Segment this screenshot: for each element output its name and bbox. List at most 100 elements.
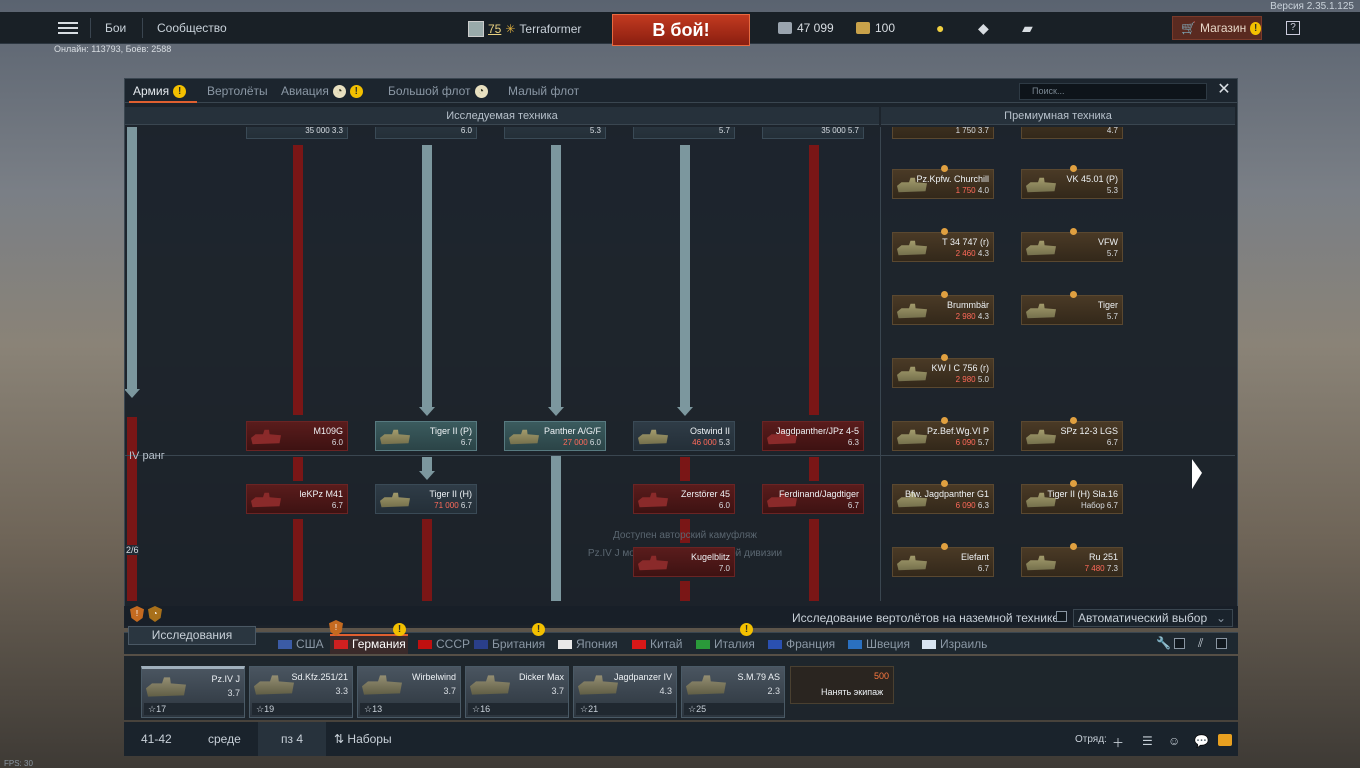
plus-icon[interactable]: ＋ [1112, 734, 1126, 750]
gold-balance[interactable]: 100 [856, 21, 895, 35]
crew-slot[interactable]: S.M.79 AS 2.3 ☆25 [681, 666, 785, 718]
presets-button[interactable]: ⇅ Наборы [334, 732, 392, 746]
tab-helicopters[interactable]: Вертолёты [207, 84, 268, 98]
tab-bluewater-fleet[interactable]: Большой флот ◔ [388, 84, 488, 98]
wrench-icon[interactable]: 🔧 [1156, 636, 1171, 650]
premium-vehicle-card[interactable]: Ru 251 7 480 7.3 [1021, 543, 1123, 577]
tab-army[interactable]: Армия! [133, 84, 187, 98]
crate-icon[interactable]: ◆ [978, 20, 989, 37]
vehicle-card[interactable]: Tiger II (P) 6.7 [375, 421, 477, 451]
nation-tab[interactable]: СССР [418, 637, 470, 651]
nation-tab[interactable]: Израиль [922, 637, 987, 651]
nation-tab[interactable]: Британия [474, 637, 545, 651]
shield-warning-icon[interactable]: ! [130, 606, 144, 622]
premium-vehicle-card[interactable]: SPz 12-3 LGS 6.7 [1021, 417, 1123, 451]
nav-community[interactable]: Сообщество [157, 21, 227, 35]
nation-tab[interactable]: США [278, 637, 324, 651]
mail-icon[interactable] [1218, 734, 1232, 746]
vehicle-card[interactable]: Ferdinand/Jagdtiger 6.7 [762, 484, 864, 514]
tab-aviation[interactable]: Авиация ◔! [281, 84, 363, 98]
tab-coastal-fleet[interactable]: Малый флот [508, 84, 579, 98]
premium-vehicle-card[interactable]: VFW 5.7 [1021, 228, 1123, 262]
vehicle-meta: 46 000 5.3 [692, 438, 730, 447]
premium-vehicle-card[interactable]: Tiger II (H) Sla.16 Набор 6.7 [1021, 480, 1123, 514]
tech-tree[interactable]: IV ранг 2/6 Доступен авторский камуфляж … [125, 127, 1235, 601]
vehicle-name: Wirbelwind [411, 672, 456, 682]
vehicle-card[interactable]: Zerstörer 45 6.0 [633, 484, 735, 514]
silver-balance[interactable]: 47 099 [778, 21, 834, 35]
vehicle-card[interactable]: leKPz M41 6.7 [246, 484, 348, 514]
premium-vehicle-card[interactable]: 4.7 [1021, 127, 1123, 139]
hamburger-menu-icon[interactable] [58, 19, 78, 37]
research-button[interactable]: Исследования [128, 626, 256, 645]
vehicle-card[interactable]: 5.3 [504, 127, 606, 139]
chat-icon[interactable]: 💬 [1194, 734, 1209, 748]
star-icon: ☆ [148, 704, 157, 714]
vehicle-name: Elefant [960, 552, 989, 562]
filter-checkbox-1[interactable] [1174, 638, 1185, 649]
vehicle-card[interactable]: 35 000 3.3 [246, 127, 348, 139]
premium-vehicle-card[interactable]: Elefant 6.7 [892, 543, 994, 577]
vehicle-card[interactable]: 6.0 [375, 127, 477, 139]
premium-marker-icon [1070, 291, 1077, 298]
vehicle-card[interactable]: Ostwind II 46 000 5.3 [633, 421, 735, 451]
battle-rating: 5.7 [977, 438, 989, 447]
crew-slot[interactable]: Dicker Max 3.7 ☆16 [465, 666, 569, 718]
profile[interactable]: 75 ✳ Terraformer [468, 21, 581, 37]
friends-icon[interactable]: ☺ [1168, 734, 1182, 748]
premium-vehicle-card[interactable]: 1 750 3.7 [892, 127, 994, 139]
crew-level-value: 16 [480, 704, 491, 714]
search-input[interactable]: Поиск... [1019, 83, 1207, 100]
premium-divider [880, 127, 881, 601]
vehicle-card[interactable]: M109G 6.0 [246, 421, 348, 451]
premium-vehicle-card[interactable]: T 34 747 (r) 2 460 4.3 [892, 228, 994, 262]
vehicle-card[interactable]: 5.7 [633, 127, 735, 139]
shop-button[interactable]: 🛒 Магазин ! [1172, 16, 1262, 40]
filter-icon[interactable]: ⫽ [1198, 636, 1212, 650]
vehicle-card[interactable]: Jagdpanther/JPz 4-5 6.3 [762, 421, 864, 451]
vehicle-card[interactable]: Kugelblitz 7.0 [633, 547, 735, 577]
vehicle-name: S.M.79 AS [737, 672, 780, 682]
nation-tab[interactable]: Германия [334, 637, 406, 651]
nation-tab[interactable]: Китай [632, 637, 682, 651]
nation-tab[interactable]: Швеция [848, 637, 910, 651]
battle-rating: 4.3 [659, 686, 672, 696]
list-icon[interactable]: ☰ [1142, 734, 1156, 748]
preset-tab-pz4[interactable]: пз 4 [281, 732, 303, 746]
nav-battles[interactable]: Бои [105, 21, 126, 35]
vehicle-card[interactable]: 35 000 5.7 [762, 127, 864, 139]
premium-vehicle-card[interactable]: Tiger 5.7 [1021, 291, 1123, 325]
auto-select-dropdown[interactable]: Автоматический выбор ⌄ [1073, 609, 1233, 627]
vehicle-card[interactable]: Panther A/G/F 27 000 6.0 [504, 421, 606, 451]
tree-line [127, 417, 137, 601]
to-battle-button[interactable]: В бой! [612, 14, 750, 46]
premium-vehicle-card[interactable]: VK 45.01 (P) 5.3 [1021, 165, 1123, 199]
nation-tab[interactable]: Франция [768, 637, 835, 651]
crew-slot[interactable]: Sd.Kfz.251/21 3.3 ☆19 [249, 666, 353, 718]
premium-vehicle-card[interactable]: Pz.Bef.Wg.VI P 6 090 5.7 [892, 417, 994, 451]
online-stats: Онлайн: 113793, Боёв: 2588 [54, 44, 172, 54]
filter-checkbox-2[interactable] [1216, 638, 1227, 649]
nation-tab[interactable]: Япония [558, 637, 618, 651]
nation-label: Китай [650, 637, 683, 651]
shield-timer-icon[interactable]: ◔ [148, 606, 162, 622]
premium-vehicle-card[interactable]: Brummbär 2 980 4.3 [892, 291, 994, 325]
battle-rating: 3.7 [227, 688, 240, 698]
preset-tab-mid[interactable]: среде [208, 732, 241, 746]
crew-slot[interactable]: Pz.IV J 3.7 ☆17 [141, 666, 245, 718]
premium-vehicle-card[interactable]: Pz.Kpfw. Churchill 1 750 4.0 [892, 165, 994, 199]
crew-slot[interactable]: Jagdpanzer IV 4.3 ☆21 [573, 666, 677, 718]
coupon-icon[interactable]: ▰ [1022, 20, 1033, 37]
hire-crew-slot[interactable]: 500 Нанять экипаж [790, 666, 894, 704]
help-button[interactable]: ? [1286, 21, 1300, 35]
vehicle-card[interactable]: Tiger II (H) 71 000 6.7 [375, 484, 477, 514]
premium-vehicle-card[interactable]: Bfw. Jagdpanther G1 6 090 6.3 [892, 480, 994, 514]
heli-research-checkbox[interactable] [1056, 611, 1067, 622]
lightbulb-icon[interactable]: ● [936, 20, 944, 36]
premium-vehicle-card[interactable]: KW I C 756 (r) 2 980 5.0 [892, 354, 994, 388]
crew-slot[interactable]: Wirbelwind 3.7 ☆13 [357, 666, 461, 718]
nation-tab[interactable]: Италия [696, 637, 755, 651]
preset-tab-41-42[interactable]: 41-42 [141, 732, 172, 746]
nation-label: Германия [352, 637, 406, 651]
close-icon[interactable]: ✕ [1215, 81, 1233, 99]
